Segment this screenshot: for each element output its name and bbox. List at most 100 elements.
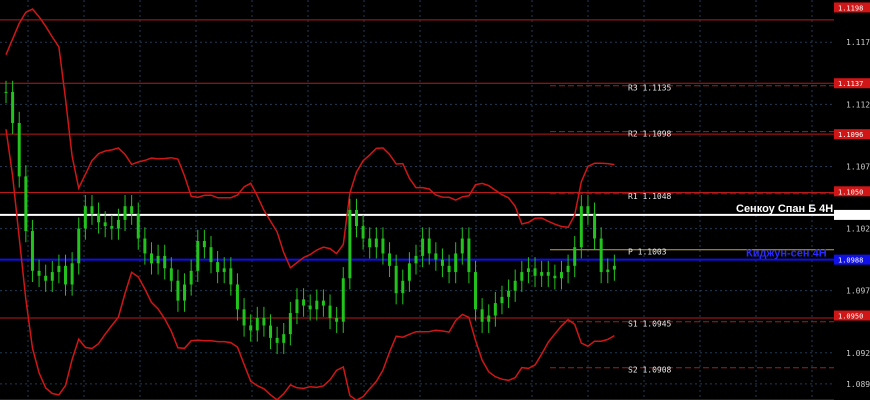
candle — [90, 206, 94, 214]
candle — [407, 263, 411, 281]
candle — [612, 265, 616, 270]
pivot-label-r3: R3 1.1135 — [628, 84, 672, 93]
candle — [447, 265, 451, 273]
price-chart: 1.1170 1.1120 1.1070 1.1020 1.0970 1.0920 1.08… — [0, 0, 870, 400]
candle — [189, 270, 193, 285]
candle — [593, 213, 597, 239]
candle — [500, 296, 504, 304]
chart-background — [0, 0, 870, 400]
candle — [163, 255, 167, 269]
candle — [308, 305, 312, 310]
candle — [559, 272, 563, 279]
candle — [57, 265, 61, 273]
candle — [507, 290, 511, 297]
candle — [440, 259, 444, 266]
candle — [302, 299, 306, 306]
candle — [216, 262, 220, 273]
price-tag-text: 1.1137 — [838, 80, 863, 88]
candle — [149, 253, 153, 264]
price-tag-text: 1.1198 — [838, 4, 863, 12]
candle — [37, 270, 41, 276]
candle — [77, 228, 81, 264]
y-tick-label: 1.1170 — [846, 38, 870, 47]
candle — [222, 268, 226, 273]
candle — [540, 272, 544, 276]
candle — [467, 238, 471, 273]
candle — [110, 226, 114, 229]
candle — [606, 269, 610, 273]
senkou-label: Сенкоу Спан Б 4Н — [736, 203, 833, 215]
candle — [388, 253, 392, 266]
candle — [599, 238, 603, 273]
candle — [414, 255, 418, 264]
candle — [493, 303, 497, 316]
candle — [143, 238, 147, 254]
kijun-label: Киджун-сен 4Н — [746, 248, 827, 260]
candle — [176, 280, 180, 301]
y-tick-label: 1.0970 — [846, 287, 870, 296]
candle — [480, 309, 484, 322]
candle — [295, 299, 299, 314]
candle — [123, 206, 127, 220]
candle — [11, 91, 15, 123]
candle — [513, 280, 517, 291]
candle — [341, 278, 345, 322]
candle — [460, 238, 464, 254]
pivot-label-r2: R2 1.1098 — [628, 130, 672, 139]
candle — [242, 309, 246, 326]
candle — [17, 122, 21, 177]
candle — [579, 206, 583, 248]
candle — [474, 272, 478, 310]
candle — [262, 318, 266, 326]
candle — [526, 268, 530, 273]
candle — [374, 238, 378, 248]
candle — [348, 209, 352, 279]
y-tick-label: 1.0895 — [846, 380, 870, 389]
candle — [83, 206, 87, 229]
candle — [70, 263, 74, 285]
pivot-label-s2: S2 1.0908 — [628, 366, 672, 375]
candle — [64, 265, 68, 285]
kijun-price-tag-text: 1.0988 — [838, 257, 863, 265]
candle — [586, 206, 590, 214]
candle — [229, 268, 233, 285]
pivot-label-r1: R1 1.1048 — [628, 192, 672, 201]
candle — [454, 253, 458, 273]
candle — [361, 226, 365, 239]
candle — [381, 238, 385, 254]
candle — [116, 219, 120, 229]
candle — [249, 325, 253, 331]
price-tag-text: 1.0950 — [838, 313, 863, 321]
candle — [30, 231, 34, 271]
candle — [196, 240, 200, 271]
candle — [487, 315, 491, 322]
candle — [103, 222, 107, 227]
candle — [282, 334, 286, 343]
candle — [421, 238, 425, 256]
y-tick-label: 1.0920 — [846, 349, 870, 358]
candle — [553, 275, 557, 279]
price-tag-text: 1.1096 — [838, 131, 863, 139]
candle — [288, 313, 292, 335]
candle — [183, 284, 187, 301]
candle — [573, 247, 577, 266]
candle — [566, 265, 570, 273]
candle — [235, 284, 239, 310]
candle — [368, 238, 372, 248]
candle — [169, 268, 173, 281]
candle — [97, 213, 101, 223]
candle — [546, 272, 550, 276]
y-tick-label: 1.1020 — [846, 225, 870, 234]
candle — [394, 265, 398, 294]
candle — [269, 325, 273, 338]
candle — [44, 275, 48, 281]
candle — [335, 318, 339, 322]
price-tag-text: 1.1050 — [838, 188, 863, 196]
candle — [50, 272, 54, 281]
candle — [156, 255, 160, 264]
candle — [275, 337, 279, 343]
pivot-label-s1: S1 1.0945 — [628, 320, 672, 329]
candle — [520, 272, 524, 281]
candle — [136, 213, 140, 239]
candle — [24, 176, 28, 232]
